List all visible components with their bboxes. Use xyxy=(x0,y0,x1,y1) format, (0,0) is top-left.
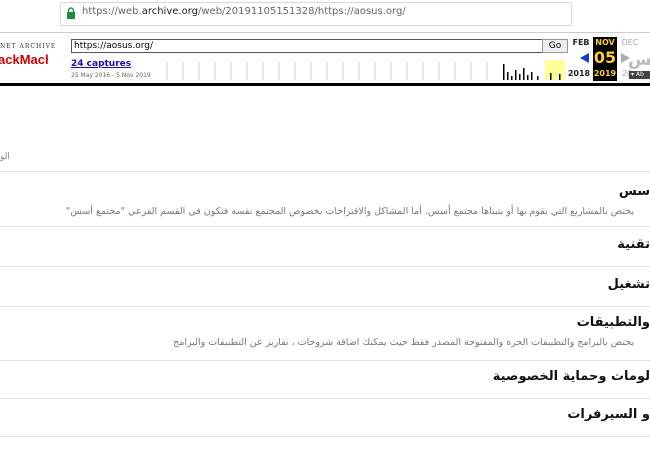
forum-category[interactable]: تشغيل xyxy=(0,266,650,306)
about-dropdown-button[interactable]: ▾ Ab xyxy=(629,71,650,79)
toolbar-divider xyxy=(0,83,650,86)
forum-category-list: سس يختص بالمشاريع التي يقوم بها أو يتبنا… xyxy=(0,171,650,456)
forum-category[interactable]: تقنية xyxy=(0,226,650,266)
forum-title[interactable]: تشغيل xyxy=(608,277,650,292)
wayback-url-input[interactable]: https://aosus.org/ xyxy=(71,39,543,53)
forum-category[interactable]: و السيرفرات xyxy=(0,398,650,436)
prev-capture-arrow-icon[interactable] xyxy=(580,53,589,63)
forum-category[interactable]: والتطبيقات يختص بالبرامج والتطبيقات الحر… xyxy=(0,306,650,360)
forum-category[interactable] xyxy=(0,436,650,456)
forum-title[interactable]: لومات وحماية الخصوصية xyxy=(493,369,650,384)
captures-link[interactable]: 24 captures xyxy=(71,59,131,69)
capture-sparkline[interactable] xyxy=(153,60,569,80)
forum-category[interactable]: لومات وحماية الخصوصية xyxy=(0,360,650,398)
prev-year-label[interactable]: 2018 xyxy=(566,69,592,78)
svg-text:ackMachine: ackMachine xyxy=(0,52,48,67)
forum-category[interactable]: سس يختص بالمشاريع التي يقوم بها أو يتبنا… xyxy=(0,171,650,226)
go-button[interactable]: Go xyxy=(542,39,568,53)
lock-icon xyxy=(67,7,75,19)
forum-title[interactable]: والتطبيقات xyxy=(577,315,650,330)
next-month-label[interactable]: DEC xyxy=(617,38,643,47)
forum-title[interactable]: و السيرفرات xyxy=(567,407,650,422)
forum-title[interactable]: سس xyxy=(619,184,650,199)
browser-address-bar: https://web.archive.org/web/201911051513… xyxy=(0,0,650,30)
prev-month-label[interactable]: FEB xyxy=(568,38,594,47)
capture-date-range: 25 May 2016 - 5 Nov 2019 xyxy=(71,72,151,79)
wayback-logo[interactable]: ackMachine xyxy=(0,50,48,68)
url-text: https://web.archive.org/web/201911051513… xyxy=(82,6,406,17)
current-day: 05 xyxy=(593,48,617,67)
forum-title[interactable]: تقنية xyxy=(617,237,650,252)
page-logo-overflow: سس xyxy=(628,50,650,70)
sidebar-partial-text: الو xyxy=(0,152,10,162)
forum-description: يختص بالبرامج والتطبيقات الحرة والمفتوحة… xyxy=(173,337,634,348)
wayback-logo-top: NET ARCHIVE xyxy=(0,43,57,50)
current-month: NOV xyxy=(595,38,615,47)
forum-description: يختص بالمشاريع التي يقوم بها أو يتبناها … xyxy=(65,206,634,217)
